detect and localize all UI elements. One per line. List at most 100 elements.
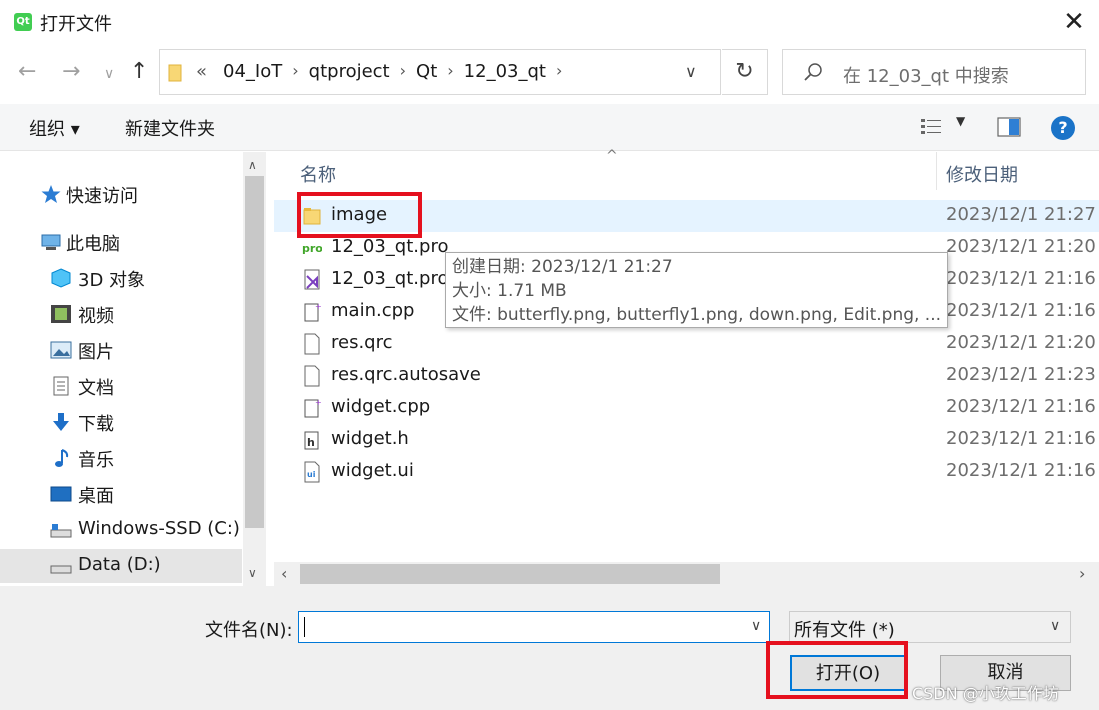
ui-file-icon: ui	[304, 461, 320, 483]
file-row-res-qrc[interactable]: res.qrc 2023/12/1 21:20	[274, 328, 1099, 360]
address-bar[interactable]: « 04_IoT › qtproject › Qt › 12_03_qt › ∨	[159, 49, 721, 95]
nav-item-desktop[interactable]: 桌面	[0, 477, 242, 511]
nav-item-pictures[interactable]: 图片	[0, 333, 242, 367]
music-icon	[55, 449, 69, 467]
svg-text:h: h	[307, 436, 315, 449]
breadcrumb-separator-icon[interactable]: ›	[292, 61, 298, 82]
tooltip-size: 大小: 1.71 MB	[452, 281, 567, 301]
svg-text:ui: ui	[307, 470, 316, 479]
breadcrumb-qtproject[interactable]: qtproject	[309, 61, 390, 82]
new-folder-button[interactable]: 新建文件夹	[125, 115, 215, 141]
nav-item-documents[interactable]: 文档	[0, 369, 242, 403]
close-button[interactable]: ✕	[1052, 6, 1096, 40]
view-options-icon[interactable]	[920, 116, 942, 138]
refresh-button[interactable]: ↻	[722, 49, 768, 95]
recent-locations-chevron-icon[interactable]: ∨	[104, 62, 114, 86]
folder-icon	[168, 64, 182, 82]
column-header-name[interactable]: 名称	[300, 161, 336, 187]
scroll-left-arrow-icon[interactable]: ‹	[281, 564, 287, 583]
scrollbar-thumb[interactable]	[245, 176, 264, 528]
breadcrumb-qt[interactable]: Qt	[416, 61, 437, 82]
drive-icon	[50, 524, 72, 538]
nav-item-drive-d[interactable]: Data (D:)	[0, 549, 242, 583]
scrollbar-thumb[interactable]	[300, 564, 720, 584]
address-dropdown-chevron-icon[interactable]: ∨	[685, 62, 697, 81]
help-icon[interactable]: ?	[1051, 116, 1075, 140]
file-row-res-qrc-autosave[interactable]: res.qrc.autosave 2023/12/1 21:23	[274, 360, 1099, 392]
nav-item-quick-access[interactable]: 快速访问	[0, 177, 242, 211]
column-header: ^ 名称 修改日期	[274, 148, 1099, 192]
nav-item-downloads[interactable]: 下载	[0, 405, 242, 439]
chevron-down-icon: ∨	[1050, 618, 1061, 634]
nav-item-drive-c[interactable]: Windows-SSD (C:)	[0, 513, 242, 547]
filename-input[interactable]: ∨	[298, 611, 770, 643]
search-box[interactable]: 在 12_03_qt 中搜索	[782, 49, 1086, 95]
filename-label: 文件名(N):	[205, 620, 293, 641]
star-icon	[41, 185, 61, 203]
watermark: CSDN @小玖工作坊	[912, 684, 1059, 703]
scroll-right-arrow-icon[interactable]: ›	[1079, 564, 1085, 583]
forward-arrow-icon[interactable]: →	[62, 60, 80, 84]
navigation-scrollbar[interactable]: ∧ ∨	[243, 152, 266, 586]
header-file-icon: h	[304, 431, 319, 450]
sort-ascending-icon: ^	[606, 148, 618, 164]
desktop-icon	[50, 486, 72, 502]
breadcrumb-12-03-qt[interactable]: 12_03_qt	[464, 61, 546, 82]
file-list: ^ 名称 修改日期 image 2023/12/1 21:27 pro 12_0…	[274, 148, 1099, 586]
folder-info-tooltip: 创建日期: 2023/12/1 21:27 大小: 1.71 MB 文件: bu…	[445, 252, 948, 328]
up-arrow-icon[interactable]: ↑	[130, 60, 148, 84]
filename-dropdown-chevron-icon[interactable]: ∨	[751, 618, 761, 634]
pro-file-icon: pro	[302, 242, 322, 255]
scroll-down-arrow-icon[interactable]: ∨	[248, 566, 257, 580]
breadcrumb-separator-icon[interactable]: ›	[400, 61, 406, 82]
picture-icon	[50, 341, 72, 359]
file-icon	[304, 333, 320, 355]
cube-icon	[51, 268, 71, 288]
file-row-widget-ui[interactable]: ui widget.ui 2023/12/1 21:16	[274, 456, 1099, 488]
back-arrow-icon[interactable]: ←	[18, 60, 36, 84]
file-row-widget-h[interactable]: h widget.h 2023/12/1 21:16	[274, 424, 1099, 456]
file-row-image[interactable]: image 2023/12/1 21:27	[274, 200, 1099, 232]
folder-icon	[303, 208, 321, 225]
svg-text:++: ++	[315, 302, 322, 311]
nav-item-music[interactable]: 音乐	[0, 441, 242, 475]
search-icon	[804, 63, 822, 81]
drive-icon	[50, 565, 72, 574]
organize-menu-button[interactable]: 组织 ▾	[29, 115, 80, 141]
text-caret	[304, 617, 305, 637]
file-icon	[304, 365, 320, 387]
nav-item-videos[interactable]: 视频	[0, 297, 242, 331]
file-type-select[interactable]: 所有文件 (*) ∨	[789, 611, 1071, 643]
breadcrumb-separator-icon[interactable]: ›	[447, 61, 453, 82]
download-icon	[53, 413, 69, 431]
nav-item-this-pc[interactable]: 此电脑	[0, 225, 242, 259]
svg-text:++: ++	[315, 398, 322, 407]
cpp-file-icon: ++	[304, 302, 322, 322]
vs-file-icon	[304, 269, 320, 290]
column-divider[interactable]	[936, 152, 937, 190]
file-list-horizontal-scrollbar[interactable]: ‹ ›	[274, 562, 1099, 586]
search-placeholder: 在 12_03_qt 中搜索	[843, 66, 1009, 87]
column-header-date[interactable]: 修改日期	[946, 161, 1018, 187]
tooltip-created: 创建日期: 2023/12/1 21:27	[452, 257, 673, 277]
command-toolbar: 组织 ▾ 新建文件夹 ▼ ?	[0, 104, 1099, 151]
scroll-up-arrow-icon[interactable]: ∧	[248, 158, 257, 172]
breadcrumb-separator-icon[interactable]: ›	[556, 61, 562, 82]
navigation-pane: 快速访问 此电脑 3D 对象 视频 图片 文档 下载 音乐 桌面 Windows…	[0, 152, 266, 586]
video-icon	[51, 305, 71, 323]
svg-text:pro: pro	[302, 242, 322, 255]
nav-item-3d-objects[interactable]: 3D 对象	[0, 261, 242, 295]
breadcrumb-04-iot[interactable]: 04_IoT	[223, 61, 282, 82]
document-icon	[53, 376, 69, 396]
window-title: 打开文件	[40, 14, 112, 35]
tooltip-files: 文件: butterfly.png, butterfly1.png, down.…	[452, 305, 942, 325]
view-dropdown-icon[interactable]: ▼	[956, 114, 965, 128]
breadcrumb-overflow[interactable]: «	[196, 61, 207, 82]
computer-icon	[41, 234, 61, 250]
title-bar: Qt 打开文件 ✕	[0, 0, 1099, 44]
preview-pane-icon[interactable]	[997, 116, 1021, 138]
open-button[interactable]: 打开(O)	[790, 655, 906, 691]
qt-app-icon: Qt	[14, 13, 32, 31]
file-row-widget-cpp[interactable]: ++ widget.cpp 2023/12/1 21:16	[274, 392, 1099, 424]
cpp-file-icon: ++	[304, 398, 322, 418]
